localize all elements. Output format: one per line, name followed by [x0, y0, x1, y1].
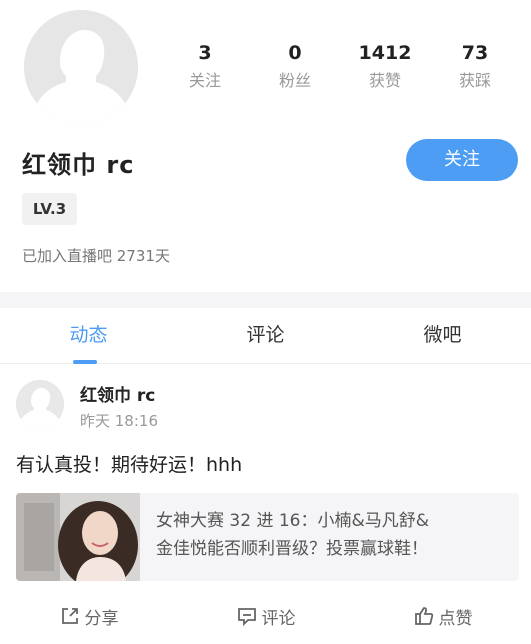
profile-header: 3 关注 0 粉丝 1412 获赞 73 获踩 红领巾 rc 关注 LV.3 已…: [0, 0, 531, 292]
profile-avatar[interactable]: [24, 10, 138, 124]
stat-following-label: 关注: [188, 71, 221, 90]
like-label: 点赞: [438, 608, 473, 629]
active-tab-indicator: [73, 360, 97, 364]
stat-fans-count: 0: [288, 42, 302, 64]
join-info: 已加入直播吧 2731天: [22, 247, 170, 265]
stat-fans[interactable]: 0 粉丝: [250, 40, 340, 92]
share-icon: [59, 605, 81, 627]
share-button[interactable]: 分享: [0, 596, 177, 636]
article-title-line-2: 金佳悦能否顺利晋级？投票赢球鞋！: [156, 539, 428, 559]
linked-article-card[interactable]: 女神大赛 32 进 16：小楠&马凡舒& 金佳悦能否顺利晋级？投票赢球鞋！: [16, 493, 519, 581]
article-title: 女神大赛 32 进 16：小楠&马凡舒& 金佳悦能否顺利晋级？投票赢球鞋！: [156, 507, 506, 563]
post-text: 有认真投！期待好运！hhh: [16, 454, 243, 476]
article-thumbnail: [16, 493, 140, 581]
stat-fans-label: 粉丝: [278, 71, 311, 90]
comment-icon: [236, 605, 258, 627]
stat-likes-count: 1412: [358, 42, 412, 64]
stat-likes-label: 获赞: [368, 71, 401, 90]
section-divider: [0, 292, 531, 308]
like-button[interactable]: 点赞: [354, 596, 531, 636]
stat-likes: 1412 获赞: [340, 40, 430, 92]
tab-bar: 动态 评论 微吧: [0, 308, 531, 364]
follow-button[interactable]: 关注: [406, 139, 518, 181]
default-avatar-icon: [24, 10, 138, 124]
default-avatar-icon: [16, 380, 64, 428]
tab-dynamics[interactable]: 动态: [0, 308, 177, 363]
stat-following[interactable]: 3 关注: [160, 40, 250, 92]
article-photo-image: [16, 493, 140, 581]
comment-button[interactable]: 评论: [177, 596, 354, 636]
stat-dislikes-label: 获踩: [458, 71, 491, 90]
stat-dislikes-count: 73: [461, 42, 489, 64]
comment-label: 评论: [261, 608, 296, 629]
profile-stats: 3 关注 0 粉丝 1412 获赞 73 获踩: [160, 40, 520, 92]
profile-username: 红领巾 rc: [22, 151, 135, 179]
article-title-line-1: 女神大赛 32 进 16：小楠&马凡舒&: [156, 511, 429, 531]
post-actions: 分享 评论 点赞: [0, 596, 531, 636]
share-label: 分享: [84, 608, 119, 629]
tab-comments[interactable]: 评论: [177, 308, 354, 363]
level-badge: LV.3: [22, 193, 77, 225]
thumbs-up-icon: [413, 605, 435, 627]
tab-weiba[interactable]: 微吧: [354, 308, 531, 363]
stat-dislikes: 73 获踩: [430, 40, 520, 92]
post-avatar[interactable]: [16, 380, 64, 428]
stat-following-count: 3: [198, 42, 212, 64]
post-timestamp: 昨天 18:16: [80, 412, 158, 430]
post-username[interactable]: 红领巾 rc: [80, 381, 155, 406]
